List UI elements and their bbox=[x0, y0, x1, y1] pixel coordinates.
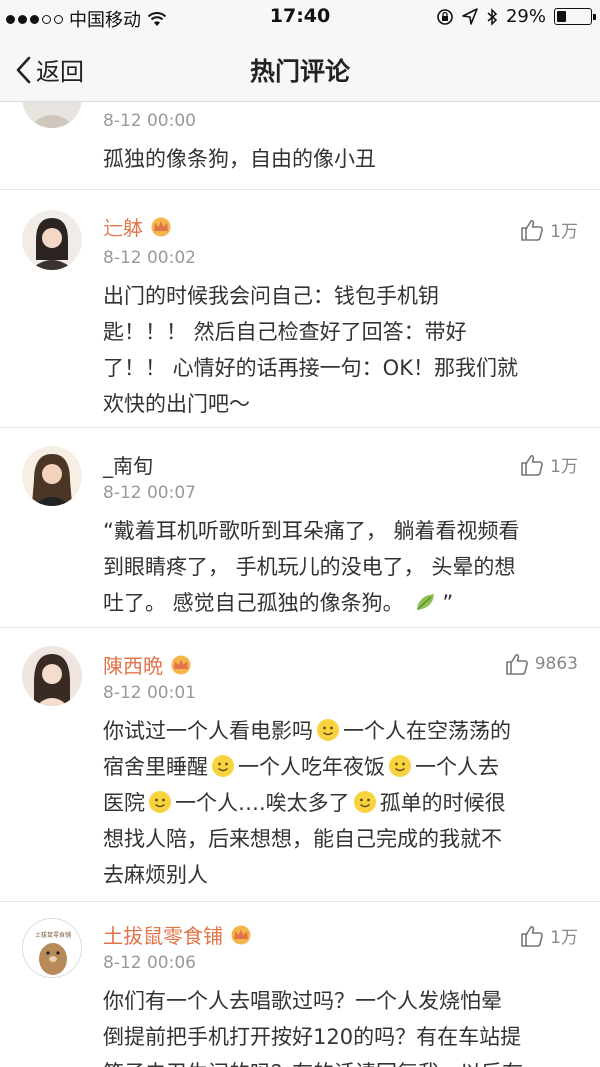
comment-item: _南旬 1万 8-12 00:07 “戴着耳机听歌听到耳朵痛了， 躺着看视频看 … bbox=[0, 428, 600, 628]
comment-text-line: 医院 一个人….唉太多了 孤单的时候很 bbox=[103, 785, 581, 821]
comment-text-line: 到眼睛疼了， 手机玩儿的没电了， 头晕的想 bbox=[103, 555, 516, 579]
location-arrow-icon bbox=[462, 7, 478, 25]
comment-time: 8-12 00:06 bbox=[103, 953, 196, 973]
comment-text-line: “戴着耳机听歌听到耳朵痛了， 躺着看视频看 bbox=[103, 519, 520, 543]
comment-item: 陳西晩 9863 8-12 00:01 你试过一个人看电影吗 一个人在空荡荡的 宿… bbox=[0, 628, 600, 902]
like-button[interactable]: 1万 bbox=[520, 452, 578, 477]
comment-list: 8-12 00:00 孤独的像条狗，自由的像小丑 辷躰 1万 8-12 00:0… bbox=[0, 102, 600, 1067]
comment-text-segment: 吐了。 感觉自己孤独的像条狗。 bbox=[103, 591, 404, 615]
comment-time: 8-12 00:02 bbox=[103, 248, 196, 268]
comment-text: 你试过一个人看电影吗 一个人在空荡荡的 宿舍里睡醒 一个人吃年夜饭 一个人去 医院 一个… bbox=[103, 713, 581, 893]
avatar[interactable] bbox=[22, 446, 82, 506]
comment-text-segment: 宿舍里睡醒 bbox=[103, 755, 208, 779]
comment-text: 你们有一个人去唱歌过吗？一个人发烧怕晕 倒提前把手机打开按好120的吗？有在车站… bbox=[103, 983, 581, 1067]
comment-time: 8-12 00:07 bbox=[103, 483, 196, 503]
thumbs-up-icon bbox=[505, 653, 528, 675]
comment-text-segment: 医院 bbox=[103, 791, 145, 815]
smiley-emoji-icon bbox=[317, 719, 339, 741]
comment-username[interactable]: _南旬 bbox=[103, 450, 153, 479]
avatar[interactable] bbox=[22, 210, 82, 270]
comment-text-line: 匙！！！ 然后自己检查好了回答：带好 bbox=[103, 320, 467, 344]
comment-text-segment: 一个人在空荡荡的 bbox=[343, 719, 511, 743]
thumbs-up-icon bbox=[521, 454, 544, 476]
comment-text-line: 出门的时候我会问自己：钱包手机钥 bbox=[103, 284, 439, 308]
username-label: 陳西晩 bbox=[103, 654, 163, 678]
comment-text: 孤独的像条狗，自由的像小丑 bbox=[103, 147, 376, 171]
comment-text-line: 你们有一个人去唱歌过吗？一个人发烧怕晕 bbox=[103, 989, 502, 1013]
comment-username[interactable]: 辷躰 bbox=[103, 212, 173, 241]
thumbs-up-icon bbox=[521, 219, 544, 241]
smiley-emoji-icon bbox=[389, 755, 411, 777]
lock-rotation-icon bbox=[437, 8, 453, 25]
smiley-emoji-icon bbox=[353, 791, 376, 813]
comment-text: “戴着耳机听歌听到耳朵痛了， 躺着看视频看 到眼睛疼了， 手机玩儿的没电了， 头… bbox=[103, 513, 581, 621]
nav-bar: 返回 热门评论 bbox=[0, 34, 600, 102]
leaf-emoji-icon bbox=[417, 594, 435, 610]
comment-text-segment: 孤单的时候很 bbox=[379, 791, 506, 815]
comment-text-segment: ” bbox=[442, 591, 454, 615]
like-count: 1万 bbox=[550, 222, 578, 242]
battery-icon bbox=[554, 8, 596, 25]
page-title: 热门评论 bbox=[249, 57, 350, 86]
comment-text-line: 想找人陪，后来想想，能自己完成的我就不 bbox=[103, 827, 502, 851]
comment-text-line: 倒提前把手机打开按好120的吗？有在车站提 bbox=[103, 1025, 522, 1049]
username-label: 土拔鼠零食铺 bbox=[103, 924, 223, 948]
username-label: _南旬 bbox=[103, 454, 153, 478]
comment-text: 出门的时候我会问自己：钱包手机钥 匙！！！ 然后自己检查好了回答：带好 了！！ … bbox=[103, 278, 581, 422]
comment-text-line: 吐了。 感觉自己孤独的像条狗。 ” bbox=[103, 585, 581, 621]
thumbs-up-icon bbox=[521, 925, 544, 947]
comment-text-segment: 一个人去 bbox=[415, 755, 499, 779]
crown-badge-icon bbox=[171, 655, 191, 674]
comment-text-line: 你试过一个人看电影吗 一个人在空荡荡的 bbox=[103, 713, 581, 749]
bluetooth-icon bbox=[487, 7, 498, 26]
avatar[interactable]: 土拔鼠零食铺 bbox=[22, 918, 82, 978]
crown-badge-icon bbox=[231, 925, 251, 944]
smiley-emoji-icon bbox=[212, 755, 234, 777]
avatar[interactable] bbox=[22, 102, 82, 128]
comment-item: 辷躰 1万 8-12 00:02 出门的时候我会问自己：钱包手机钥 匙！！！ 然… bbox=[0, 190, 600, 428]
avatar[interactable] bbox=[22, 646, 82, 706]
comment-time: 8-12 00:01 bbox=[103, 683, 196, 703]
like-button[interactable]: 1万 bbox=[520, 923, 578, 948]
comment-username[interactable]: 陳西晩 bbox=[103, 650, 193, 679]
svg-text:土拔鼠零食铺: 土拔鼠零食铺 bbox=[35, 931, 71, 939]
comment-text-segment: 一个人….唉太多了 bbox=[175, 791, 350, 815]
crown-badge-icon bbox=[151, 217, 171, 236]
comment-text-line: 欢快的出门吧～ bbox=[103, 392, 250, 416]
like-button[interactable]: 9863 bbox=[505, 653, 578, 675]
like-count: 1万 bbox=[550, 928, 578, 948]
comment-text-line: 去麻烦别人 bbox=[103, 863, 208, 887]
status-bar: 中国移动 17:40 29% bbox=[0, 0, 600, 34]
comment-text-line: 箱子去卫生间的吗？有的话请回复我，以后有 bbox=[103, 1055, 581, 1067]
smiley-emoji-icon bbox=[149, 791, 171, 813]
comment-username[interactable]: 土拔鼠零食铺 bbox=[103, 920, 253, 949]
username-label: 辷躰 bbox=[103, 216, 143, 240]
comment-text-segment: 一个人吃年夜饭 bbox=[238, 755, 385, 779]
comment-time: 8-12 00:00 bbox=[103, 111, 196, 131]
status-right: 29% bbox=[436, 6, 596, 27]
like-count: 1万 bbox=[550, 457, 578, 477]
comment-text-line: 了！！ 心情好的话再接一句：OK！那我们就 bbox=[103, 356, 518, 380]
comment-item: 土拔鼠零食铺 土拔鼠零食铺 1万 8-12 00:06 你们有一个人去唱歌过吗？… bbox=[0, 902, 600, 1067]
comment-text-line: 宿舍里睡醒 一个人吃年夜饭 一个人去 bbox=[103, 749, 581, 785]
comment-item: 8-12 00:00 孤独的像条狗，自由的像小丑 bbox=[0, 102, 600, 190]
like-button[interactable]: 1万 bbox=[520, 217, 578, 242]
comment-text-segment: 你试过一个人看电影吗 bbox=[103, 719, 313, 743]
like-count: 9863 bbox=[534, 654, 578, 674]
battery-percent: 29% bbox=[505, 6, 546, 27]
